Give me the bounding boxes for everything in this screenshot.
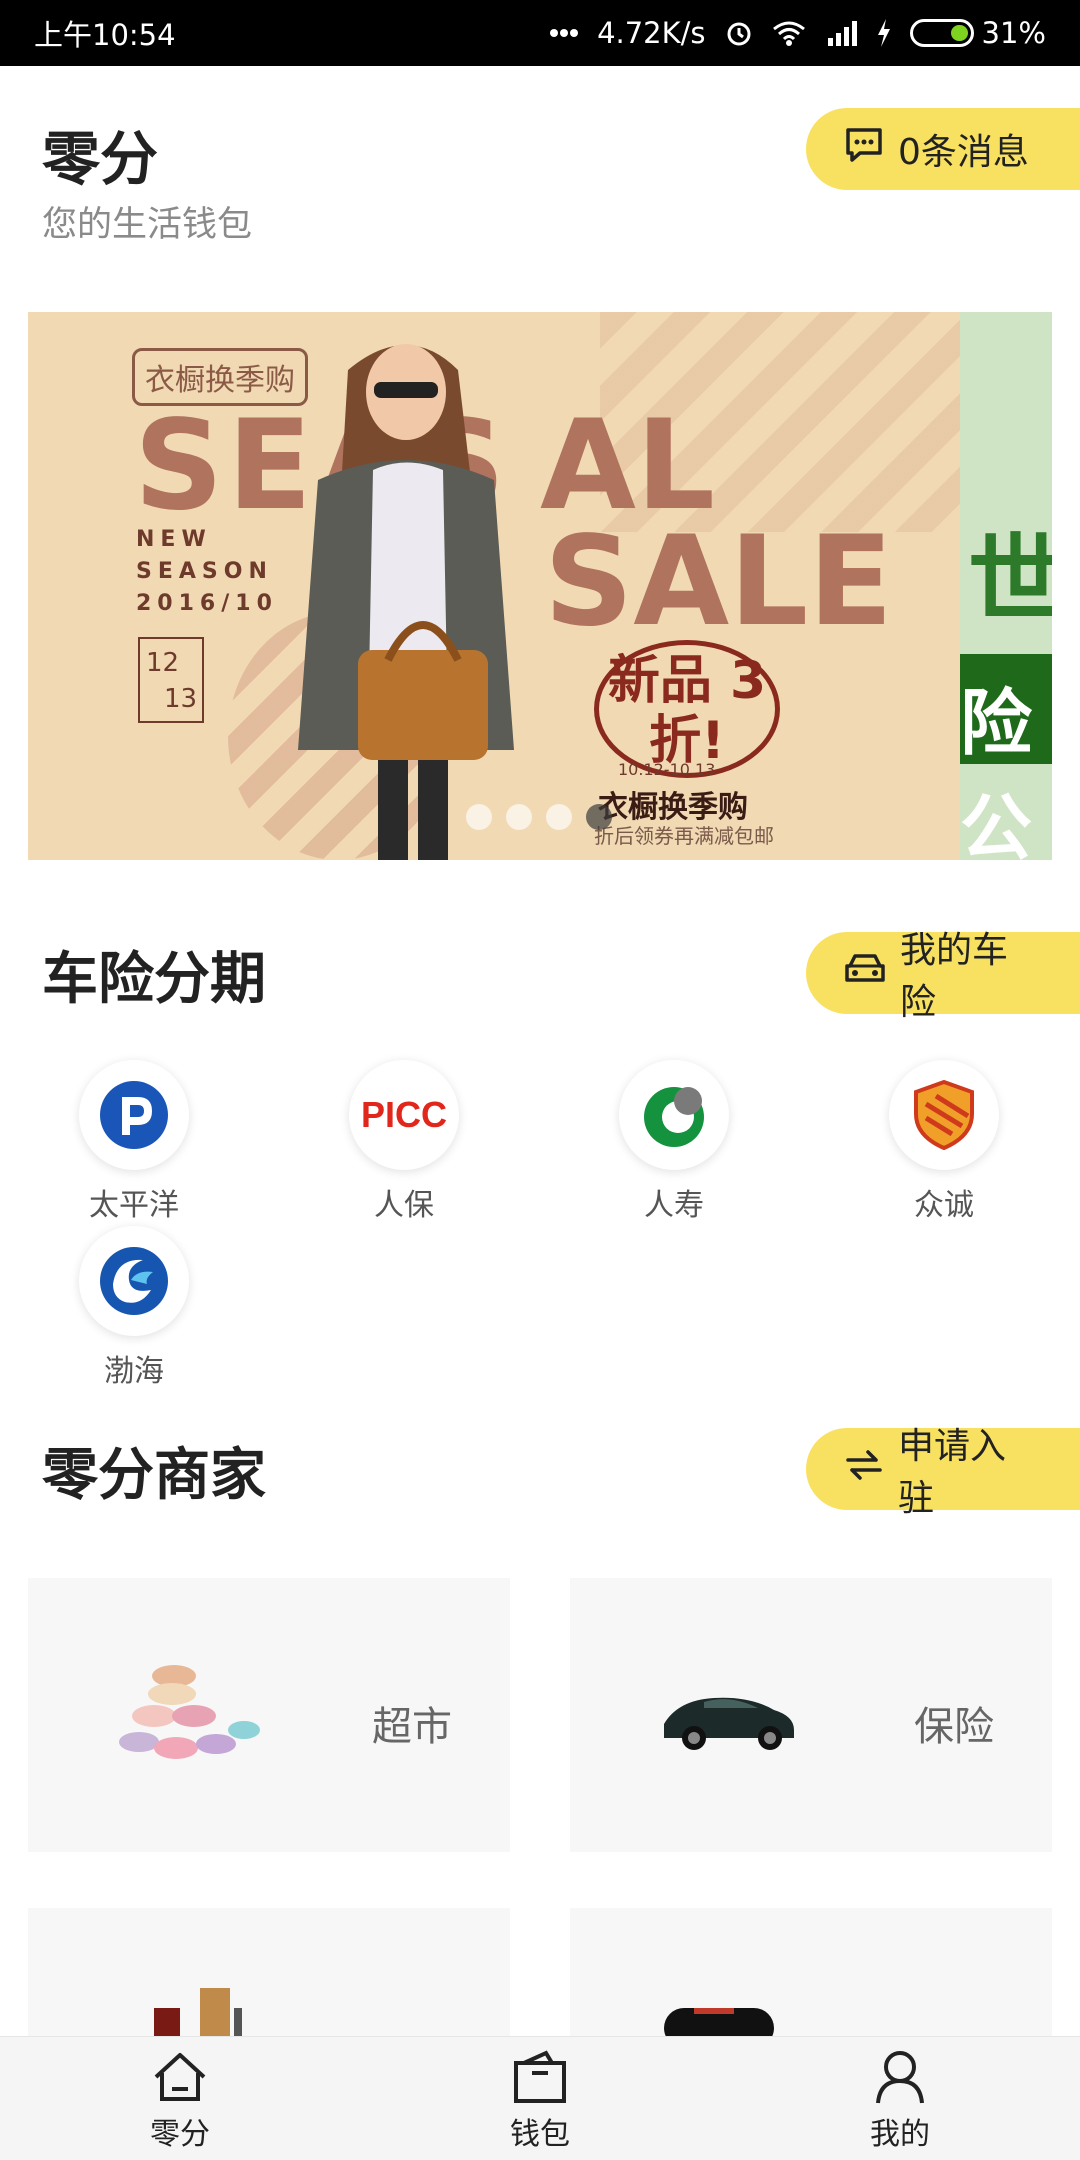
insurer-item-picc[interactable]: PICC 人保 bbox=[304, 1060, 504, 1224]
messages-button[interactable]: 0条消息 bbox=[806, 108, 1080, 190]
apply-join-label: 申请入驻 bbox=[898, 1426, 1007, 1519]
nav-item-home[interactable]: 零分 bbox=[0, 2037, 360, 2160]
network-speed: 4.72K/s bbox=[597, 16, 706, 50]
insurer-label: 太平洋 bbox=[89, 1188, 179, 1223]
insurer-label: 人寿 bbox=[644, 1188, 704, 1223]
insurer-item-bohai[interactable]: 渤海 bbox=[34, 1226, 234, 1390]
insurer-label: 众诚 bbox=[914, 1188, 974, 1223]
banner-date-box: 12 13 bbox=[138, 637, 204, 723]
merchant-card-supermarket[interactable]: 超市 bbox=[28, 1578, 510, 1852]
charging-icon bbox=[876, 19, 892, 47]
banner-slide-next[interactable]: 世 险公 bbox=[960, 312, 1052, 860]
merchants-title: 零分商家 bbox=[42, 1443, 266, 1508]
merchant-card-label: 保险 bbox=[914, 1704, 994, 1750]
messages-label: 0条消息 bbox=[898, 132, 1029, 173]
banner-promo-dates: 10.12-10.13 bbox=[618, 760, 716, 779]
next-slide-text: 世 bbox=[968, 524, 1052, 636]
banner-promo-subtitle: 折后领券再满减包邮 bbox=[594, 824, 774, 848]
date-box-top: 12 bbox=[146, 648, 180, 678]
insurer-label: 人保 bbox=[374, 1188, 434, 1223]
battery-percent: 31% bbox=[981, 16, 1046, 50]
car-insurance-title: 车险分期 bbox=[42, 947, 266, 1012]
home-icon bbox=[154, 2053, 206, 2101]
merchant-card-label: 超市 bbox=[372, 1704, 452, 1750]
next-slide-text-2: 险公 bbox=[960, 681, 1033, 860]
status-indicators: 4.72K/s 31% bbox=[549, 16, 1046, 50]
carousel-dot[interactable] bbox=[506, 804, 532, 830]
transfer-arrows-icon bbox=[844, 1448, 884, 1491]
my-car-insurance-label: 我的车险 bbox=[900, 930, 1009, 1023]
status-time: 上午10:54 bbox=[34, 18, 176, 52]
banner-headline-3: SALE bbox=[544, 510, 893, 654]
picc-logo-icon: PICC bbox=[349, 1060, 459, 1170]
bohai-logo-icon bbox=[79, 1226, 189, 1336]
insurer-label: 渤海 bbox=[104, 1354, 164, 1389]
carousel-dot[interactable] bbox=[466, 804, 492, 830]
banner-new-season: NEW SEASON 2016/10 bbox=[136, 527, 278, 616]
china-life-logo-icon bbox=[619, 1060, 729, 1170]
app-screen: 上午10:54 4.72K/s 31% 零分 您的生活钱包 0条消息 衣橱换季购… bbox=[0, 0, 1080, 2160]
insurer-item-cpic[interactable]: 太平洋 bbox=[34, 1060, 234, 1224]
svg-text:PICC: PICC bbox=[361, 1095, 447, 1135]
hd-signal-icon bbox=[824, 18, 858, 48]
more-dots-icon bbox=[549, 28, 579, 38]
bottom-nav: 零分 钱包 我的 bbox=[0, 2036, 1080, 2160]
my-car-insurance-button[interactable]: 我的车险 bbox=[806, 930, 1080, 1023]
banner-promo-badge: 新品 3折! bbox=[594, 640, 780, 778]
date-box-bottom: 13 bbox=[164, 684, 198, 714]
apply-join-button[interactable]: 申请入驻 bbox=[806, 1426, 1080, 1519]
nav-item-wallet[interactable]: 钱包 bbox=[360, 2037, 720, 2160]
carousel-dot[interactable] bbox=[546, 804, 572, 830]
profile-icon bbox=[876, 2051, 924, 2104]
page-title: 零分 bbox=[42, 125, 159, 193]
merchant-card-insurance[interactable]: 保险 bbox=[570, 1578, 1052, 1852]
banner-slide-current[interactable]: 衣橱换季购 SEAS AL SALE NEW SEASON 2016/10 12… bbox=[28, 312, 960, 860]
cpic-logo-icon bbox=[79, 1060, 189, 1170]
nav-item-profile[interactable]: 我的 bbox=[720, 2037, 1080, 2160]
banner-model-image bbox=[298, 344, 514, 860]
nav-label: 我的 bbox=[870, 2117, 930, 2152]
banner-carousel[interactable]: 衣橱换季购 SEAS AL SALE NEW SEASON 2016/10 12… bbox=[28, 312, 1052, 860]
alarm-icon bbox=[724, 18, 754, 48]
nav-label: 钱包 bbox=[510, 2117, 570, 2152]
page-subtitle: 您的生活钱包 bbox=[42, 205, 253, 245]
carousel-dot-active[interactable] bbox=[586, 804, 612, 830]
car-icon bbox=[844, 952, 886, 995]
carousel-indicator bbox=[466, 804, 612, 830]
insurer-item-zhongcheng[interactable]: 众诚 bbox=[844, 1060, 1044, 1224]
nav-label: 零分 bbox=[150, 2117, 210, 2152]
macaron-image-icon bbox=[119, 1665, 260, 1759]
zhongcheng-logo-icon bbox=[889, 1060, 999, 1170]
wifi-icon bbox=[772, 19, 806, 47]
battery-icon: 31% bbox=[909, 16, 1046, 50]
message-icon bbox=[844, 125, 884, 174]
insurer-item-china-life[interactable]: 人寿 bbox=[574, 1060, 774, 1224]
wallet-icon bbox=[514, 2050, 566, 2103]
car-image-icon bbox=[664, 1697, 794, 1750]
status-bar: 上午10:54 4.72K/s 31% bbox=[0, 0, 1080, 66]
